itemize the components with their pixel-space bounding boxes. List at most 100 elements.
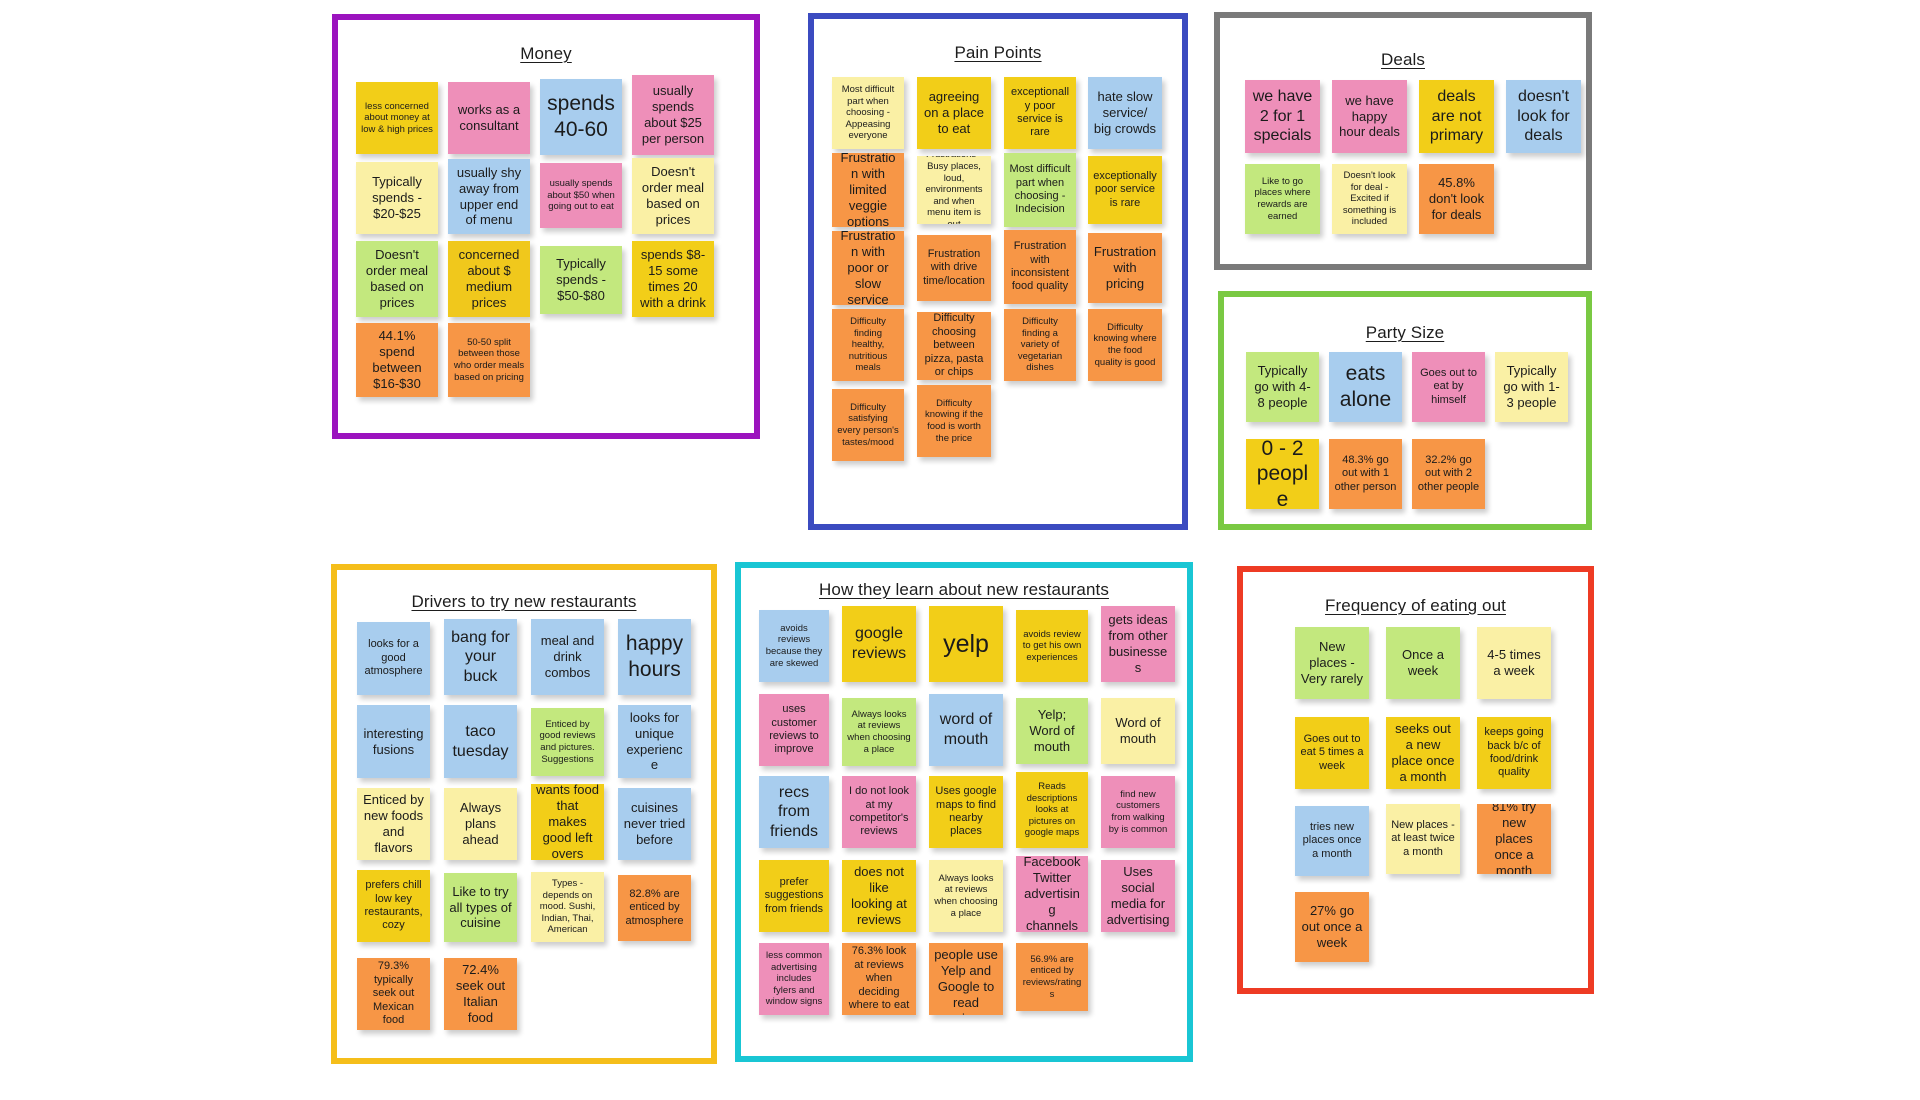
sticky-note[interactable]: 0 - 2 people — [1246, 439, 1319, 509]
sticky-note[interactable]: Reads descriptions looks at pictures on … — [1016, 772, 1088, 848]
sticky-note-text: wants food that makes good left overs — [536, 784, 599, 860]
sticky-note[interactable]: 56.9% are enticed by reviews/ratings — [1016, 943, 1088, 1011]
sticky-note[interactable]: Difficulty satisfying every person's tas… — [832, 389, 904, 461]
sticky-note[interactable]: 48.3% go out with 1 other person — [1329, 439, 1402, 509]
sticky-note[interactable]: 4-5 times a week — [1477, 627, 1551, 699]
sticky-note[interactable]: 50-50 split between those who order meal… — [448, 323, 530, 397]
sticky-note[interactable]: Uses social media for advertising — [1101, 860, 1175, 932]
sticky-note[interactable]: does not like looking at reviews — [842, 860, 916, 932]
sticky-note[interactable]: 76.3% look at reviews when deciding wher… — [842, 943, 916, 1015]
sticky-note[interactable]: Doesn't order meal based on prices — [356, 241, 438, 317]
sticky-note[interactable]: works as a consultant — [448, 82, 530, 154]
sticky-note[interactable]: usually spends about $25 per person — [632, 75, 714, 155]
sticky-note[interactable]: Most people use Yelp and Google to read … — [929, 943, 1003, 1015]
sticky-note[interactable]: Typically spends - $20-$25 — [356, 162, 438, 234]
sticky-note[interactable]: avoids reviews because they are skewed — [759, 610, 829, 682]
sticky-note-text: looks for a good atmosphere — [364, 638, 423, 678]
sticky-note[interactable]: 27% go out once a week — [1295, 892, 1369, 962]
sticky-note[interactable]: find new customers from walking by is co… — [1101, 776, 1175, 848]
sticky-note[interactable]: 32.2% go out with 2 other people — [1412, 439, 1485, 509]
sticky-note[interactable]: Always looks at reviews when choosing a … — [929, 860, 1003, 932]
sticky-note[interactable]: Enticed by new foods and flavors — [357, 788, 430, 860]
sticky-note[interactable]: we have 2 for 1 specials — [1245, 80, 1320, 153]
sticky-note[interactable]: New places - Very rarely — [1295, 627, 1369, 699]
sticky-note[interactable]: spends 40-60 — [540, 79, 622, 155]
sticky-note[interactable]: exceptionally poor service is rare — [1004, 77, 1076, 149]
sticky-note[interactable]: seeks out a new place once a month — [1386, 717, 1460, 789]
sticky-note[interactable]: Yelp; Word of mouth — [1016, 698, 1088, 764]
sticky-note[interactable]: 44.1% spend between $16-$30 — [356, 323, 438, 397]
sticky-note[interactable]: Once a week — [1386, 627, 1460, 699]
sticky-note[interactable]: hate slow service/ big crowds — [1088, 77, 1162, 149]
sticky-note[interactable]: Difficulty knowing where the food qualit… — [1088, 309, 1162, 381]
sticky-note[interactable]: google reviews — [842, 606, 916, 682]
sticky-note[interactable]: prefer suggestions from friends — [759, 860, 829, 932]
sticky-note[interactable]: Difficulty finding healthy, nutritious m… — [832, 309, 904, 381]
sticky-note[interactable]: Doesn't order meal based on prices — [632, 158, 714, 234]
sticky-note[interactable]: happy hours — [618, 619, 691, 695]
sticky-note[interactable]: taco tuesday — [444, 705, 517, 778]
sticky-note[interactable]: less concerned about money at low & high… — [356, 82, 438, 154]
sticky-note[interactable]: we have happy hour deals — [1332, 80, 1407, 153]
sticky-note[interactable]: recs from friends — [759, 776, 829, 848]
sticky-note[interactable]: cuisines never tried before — [618, 788, 691, 860]
sticky-note[interactable]: avoids review to get his own experiences — [1016, 610, 1088, 682]
sticky-note[interactable]: Goes out to eat by himself — [1412, 352, 1485, 422]
sticky-note[interactable]: usually shy away from upper end of menu — [448, 159, 530, 234]
sticky-note[interactable]: usually spends about $50 when going out … — [540, 163, 622, 228]
sticky-note[interactable]: agreeing on a place to eat — [917, 77, 991, 149]
sticky-note[interactable]: Typically spends - $50-$80 — [540, 246, 622, 314]
sticky-note[interactable]: keeps going back b/c of food/drink quali… — [1477, 717, 1551, 789]
sticky-note[interactable]: Frustration with poor or slow service — [832, 231, 904, 305]
sticky-note[interactable]: tries new places once a month — [1295, 806, 1369, 876]
sticky-note[interactable]: Difficulty knowing if the food is worth … — [917, 385, 991, 457]
sticky-note[interactable]: Most difficult part when choosing - Inde… — [1004, 153, 1076, 227]
sticky-note[interactable]: Frustration with inconsistent food quali… — [1004, 230, 1076, 304]
sticky-note[interactable]: word of mouth — [929, 694, 1003, 766]
sticky-note[interactable]: spends $8-15 some times 20 with a drink — [632, 241, 714, 317]
sticky-note[interactable]: looks for a good atmosphere — [357, 622, 430, 695]
sticky-note[interactable]: Like to try all types of cuisine — [444, 873, 517, 942]
sticky-note[interactable]: interesting fusions — [357, 705, 430, 778]
sticky-note[interactable]: Typically go with 1-3 people — [1495, 352, 1568, 422]
sticky-note[interactable]: Frustration with pricing — [1088, 233, 1162, 303]
sticky-note[interactable]: gets ideas from other businesses — [1101, 606, 1175, 682]
sticky-note[interactable]: Difficulty finding a variety of vegetari… — [1004, 309, 1076, 381]
sticky-note[interactable]: Doesn't look for deal - Excited if somet… — [1332, 164, 1407, 234]
sticky-note[interactable]: Typically go with 4-8 people — [1246, 352, 1319, 422]
sticky-note[interactable]: Word of mouth — [1101, 698, 1175, 764]
sticky-note[interactable]: Frustration with limited veggie options — [832, 153, 904, 227]
sticky-note[interactable]: doesn't look for deals — [1506, 80, 1581, 153]
sticky-note[interactable]: meal and drink combos — [531, 619, 604, 695]
sticky-note[interactable]: prefers chill low key restaurants, cozy — [357, 870, 430, 942]
sticky-note[interactable]: Types - depends on mood. Sushi, Indian, … — [531, 872, 604, 942]
sticky-note[interactable]: Most difficult part when choosing - Appe… — [832, 77, 904, 149]
sticky-note[interactable]: exceptionally poor service is rare — [1088, 156, 1162, 224]
sticky-note[interactable]: eats alone — [1329, 352, 1402, 422]
sticky-note[interactable]: uses customer reviews to improve — [759, 694, 829, 766]
sticky-note[interactable]: Frustrations - Busy places, loud, enviro… — [917, 156, 991, 224]
sticky-note[interactable]: Like to go places where rewards are earn… — [1245, 164, 1320, 234]
sticky-note[interactable]: New places - at least twice a month — [1386, 804, 1460, 874]
sticky-note[interactable]: Difficulty choosing between pizza, pasta… — [917, 312, 991, 380]
sticky-note[interactable]: Enticed by good reviews and pictures. Su… — [531, 708, 604, 776]
sticky-note[interactable]: looks for unique experience — [618, 705, 691, 778]
sticky-note[interactable]: bang for your buck — [444, 619, 517, 695]
sticky-note[interactable]: yelp — [929, 606, 1003, 682]
sticky-note[interactable]: 72.4% seek out Italian food — [444, 958, 517, 1030]
sticky-note[interactable]: Always looks at reviews when choosing a … — [842, 698, 916, 766]
sticky-note[interactable]: 79.3% typically seek out Mexican food — [357, 958, 430, 1030]
sticky-note[interactable]: concerned about $ medium prices — [448, 241, 530, 317]
sticky-note[interactable]: Always plans ahead — [444, 788, 517, 860]
sticky-note[interactable]: Facebook Twitter advertising channels — [1016, 856, 1088, 932]
sticky-note[interactable]: 81% try new places once a month — [1477, 804, 1551, 874]
sticky-note[interactable]: deals are not primary — [1419, 80, 1494, 153]
sticky-note[interactable]: 82.8% are enticed by atmosphere — [618, 875, 691, 941]
sticky-note[interactable]: wants food that makes good left overs — [531, 784, 604, 860]
sticky-note[interactable]: 45.8% don't look for deals — [1419, 164, 1494, 234]
sticky-note[interactable]: less common advertising includes fylers … — [759, 943, 829, 1015]
sticky-note[interactable]: Frustration with drive time/location — [917, 235, 991, 301]
sticky-note[interactable]: Goes out to eat 5 times a week — [1295, 717, 1369, 789]
sticky-note[interactable]: Uses google maps to find nearby places — [929, 776, 1003, 848]
sticky-note[interactable]: I do not look at my competitor's reviews — [842, 776, 916, 848]
